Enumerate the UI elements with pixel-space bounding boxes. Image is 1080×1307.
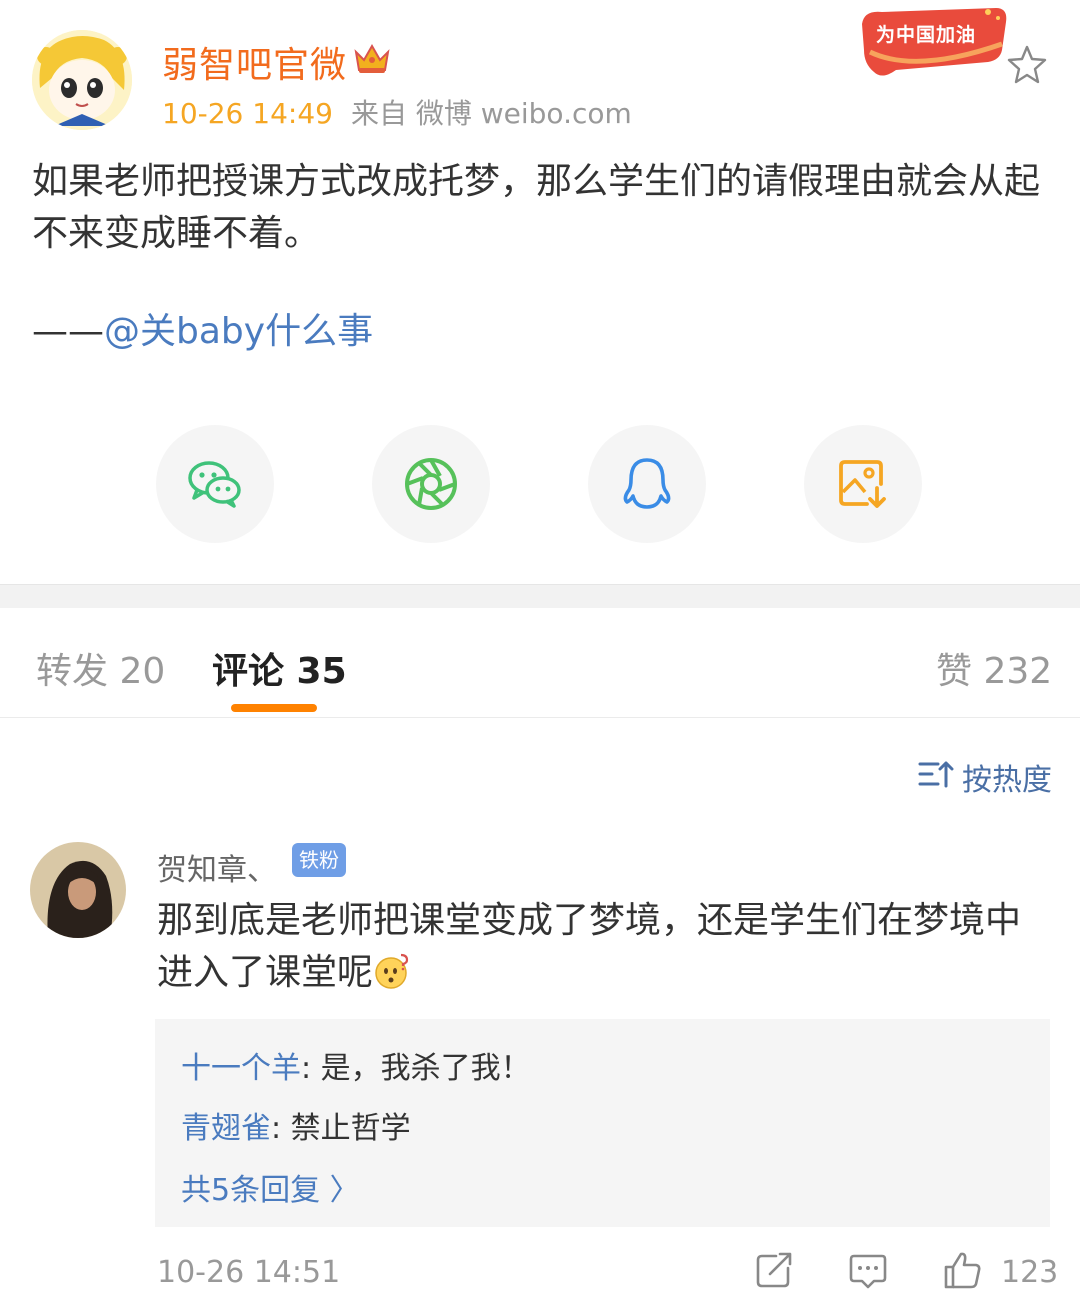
moments-icon — [405, 458, 457, 510]
sort-icon — [918, 761, 954, 788]
repost-icon[interactable] — [754, 1250, 794, 1290]
reply-item[interactable]: 十一个羊: 是，我杀了我！ — [181, 1043, 531, 1087]
sort-button[interactable]: 按热度 — [918, 755, 1052, 799]
tabs-divider — [0, 717, 1080, 718]
reply-preview-box[interactable]: 十一个羊: 是，我杀了我！ 青翅雀: 禁止哲学 共5条回复 〉 — [155, 1019, 1050, 1227]
section-separator — [0, 584, 1080, 608]
thinking-emoji-icon — [373, 952, 411, 990]
commenter-name[interactable]: 贺知章、 — [157, 845, 277, 889]
tab-likes[interactable]: 赞 232 — [936, 642, 1052, 694]
sort-label: 按热度 — [962, 763, 1052, 798]
comment-time: 10-26 14:51 — [157, 1255, 341, 1290]
fan-badge: 铁粉 — [292, 843, 346, 877]
wechat-icon — [188, 461, 241, 508]
post-body: 如果老师把授课方式改成托梦，那么学生们的请假理由就会从起不来变成睡不着。 — [32, 161, 1041, 254]
comment-icon[interactable] — [848, 1250, 888, 1290]
save-image-button[interactable] — [804, 425, 922, 543]
promo-text: 为中国加油 — [876, 24, 977, 46]
crown-icon — [352, 40, 392, 76]
post-credit: ——@关baby什么事 — [32, 306, 373, 358]
save-image-icon — [839, 460, 886, 508]
qq-icon — [623, 458, 671, 509]
reply-text: : 禁止哲学 — [271, 1111, 411, 1146]
share-wechat-button[interactable] — [156, 425, 274, 543]
comment-text: 那到底是老师把课堂变成了梦境，还是学生们在梦境中进入了课堂呢 — [157, 895, 1047, 999]
reply-text: : 是，我杀了我！ — [301, 1051, 531, 1086]
reply-item[interactable]: 青翅雀: 禁止哲学 — [181, 1103, 411, 1147]
star-icon[interactable] — [1006, 44, 1048, 84]
reply-user[interactable]: 十一个羊 — [181, 1051, 301, 1086]
credit-prefix: —— — [32, 311, 104, 352]
post-time: 10-26 14:49 — [162, 97, 333, 130]
comment-body: 那到底是老师把课堂变成了梦境，还是学生们在梦境中进入了课堂呢 — [157, 900, 1022, 993]
share-moments-button[interactable] — [372, 425, 490, 543]
commenter-avatar[interactable] — [30, 842, 126, 938]
tab-repost[interactable]: 转发 20 — [36, 642, 165, 694]
author-name[interactable]: 弱智吧官微 — [162, 36, 347, 88]
view-all-replies-link[interactable]: 共5条回复 〉 — [181, 1165, 360, 1209]
tab-comments[interactable]: 评论 35 — [212, 642, 347, 694]
share-qq-button[interactable] — [588, 425, 706, 543]
post-source: 来自 微博 weibo.com — [350, 97, 632, 130]
post-meta: 10-26 14:49 来自 微博 weibo.com — [162, 92, 632, 132]
author-avatar[interactable] — [32, 30, 132, 130]
reply-user[interactable]: 青翅雀 — [181, 1111, 271, 1146]
like-icon[interactable] — [942, 1250, 982, 1290]
active-tab-indicator — [231, 704, 317, 712]
mention-link[interactable]: @关baby什么事 — [104, 311, 373, 352]
like-count: 123 — [1001, 1255, 1059, 1290]
